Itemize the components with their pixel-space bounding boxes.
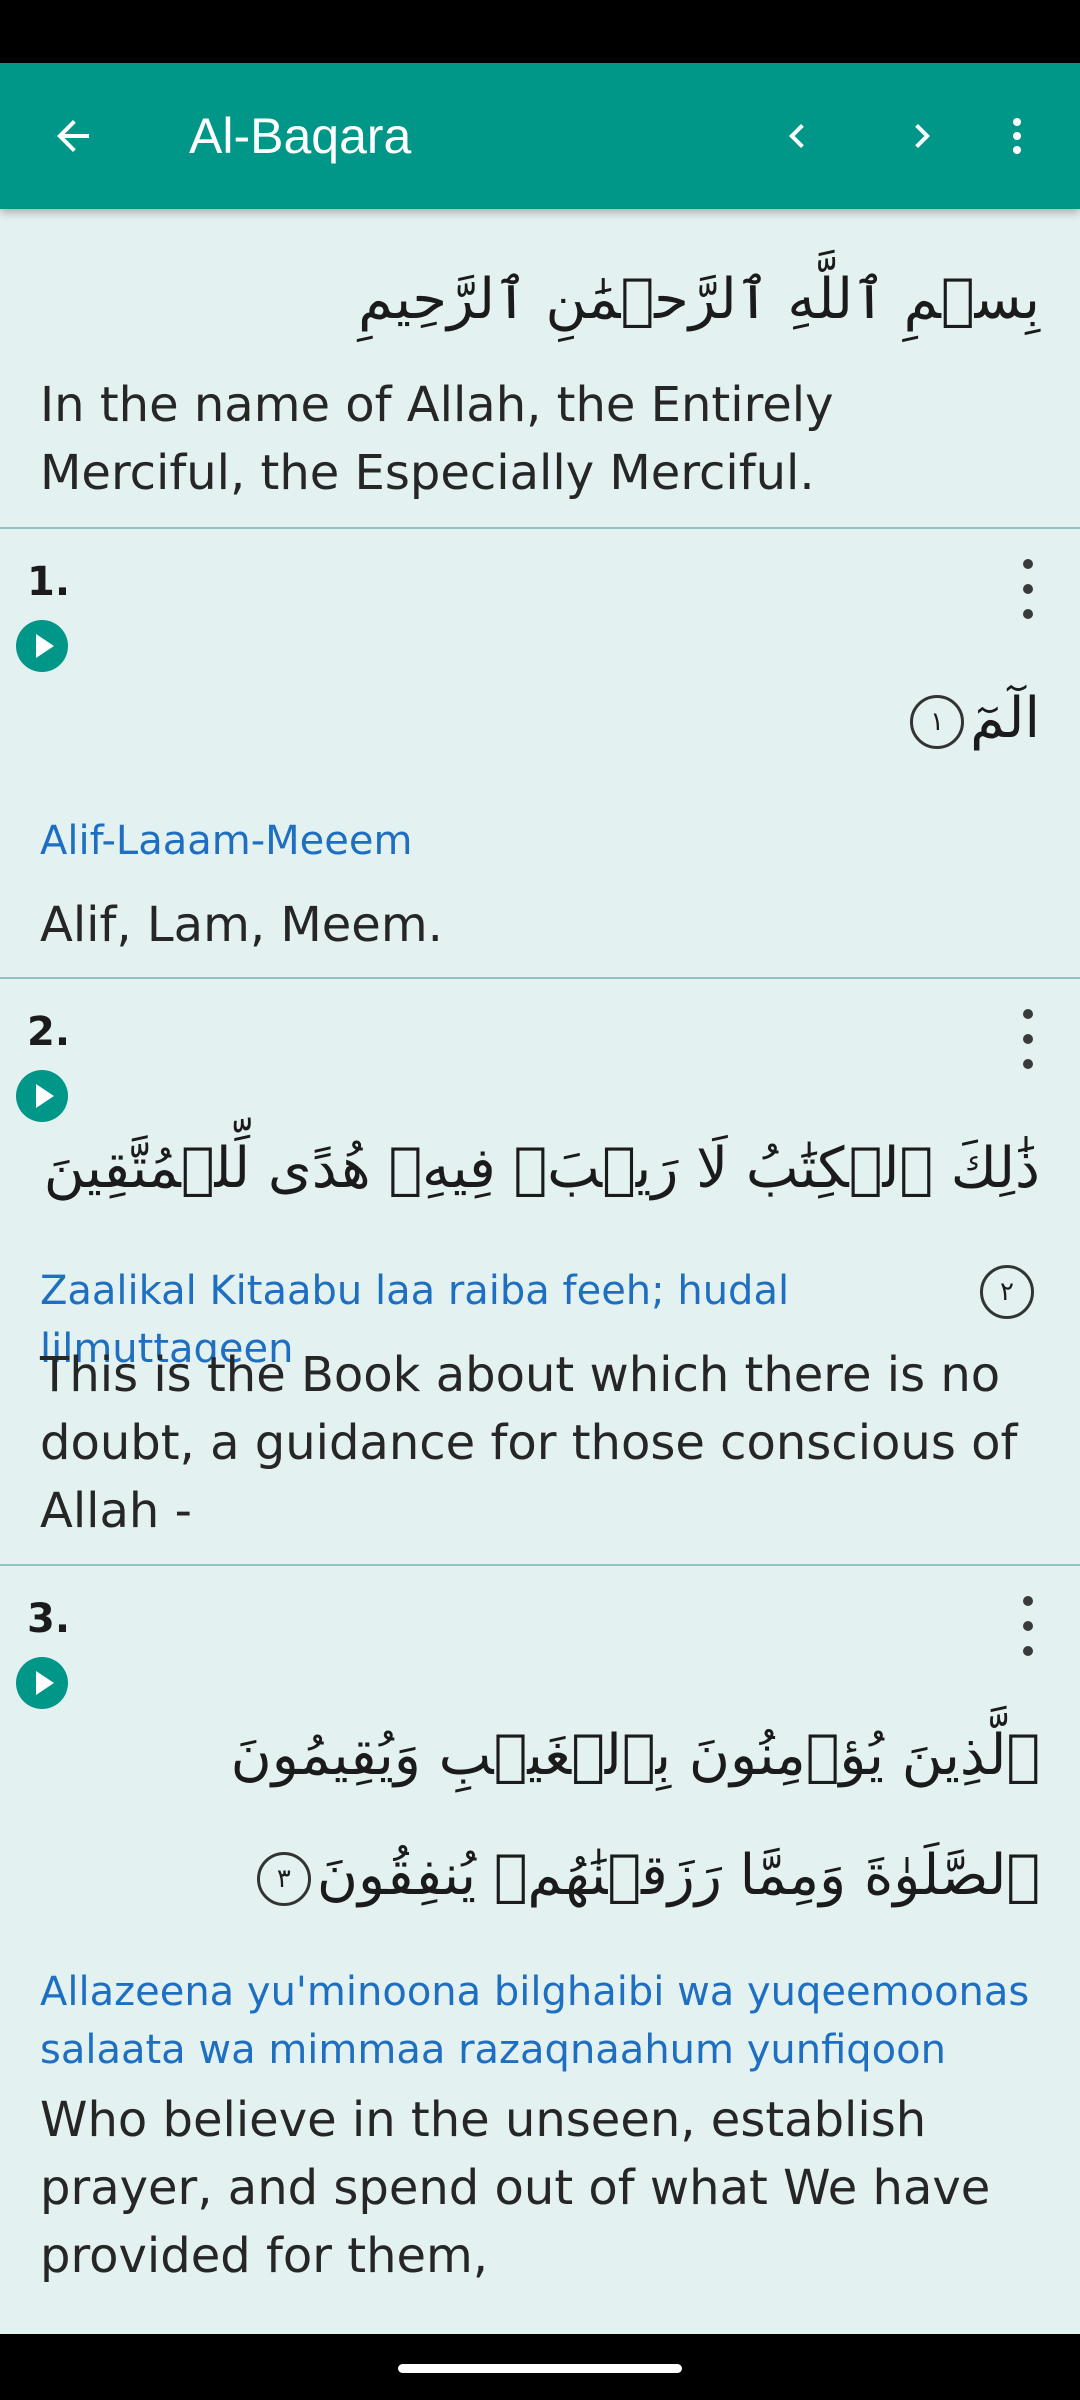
- verse-item[interactable]: 3. ٱلَّذِينَ يُؤۡمِنُونَ بِٱلۡغَيۡبِ وَي…: [0, 1566, 1080, 2334]
- next-surah-button[interactable]: [882, 96, 962, 176]
- verse-menu-button[interactable]: [1016, 1009, 1040, 1069]
- more-vertical-icon: [1013, 118, 1021, 154]
- verse-arabic: ٱلَّذِينَ يُؤۡمِنُونَ بِٱلۡغَيۡبِ وَيُقِ…: [230, 1723, 1040, 1908]
- back-button[interactable]: [33, 96, 113, 176]
- arrow-back-icon: [57, 120, 89, 152]
- verse-item[interactable]: 2. ذَٰلِكَ ٱلۡكِتَٰبُ لَا رَيۡبَۛ فِيهِۛ…: [0, 979, 1080, 1566]
- ayah-number-mark: ١: [910, 694, 965, 749]
- overflow-menu-button[interactable]: [977, 96, 1057, 176]
- verse-translation: Who believe in the unseen, establish pra…: [40, 2092, 991, 2284]
- app-bar: Al-Baqara: [0, 63, 1080, 209]
- verse-item[interactable]: 1. الٓمٓ١ Alif-Laaam-Meeem Alif, Lam, Me…: [0, 529, 1080, 979]
- verse-translation: This is the Book about which there is no…: [40, 1347, 1018, 1539]
- chevron-left-icon: [789, 124, 804, 148]
- verse-number: 2.: [27, 1009, 71, 1055]
- ayah-number-mark: ٣: [256, 1851, 311, 1906]
- verse-list[interactable]: بِسۡمِ ٱللَّهِ ٱلرَّحۡمَٰنِ ٱلرَّحِيمِ I…: [0, 209, 1080, 2334]
- verse-menu-button[interactable]: [1016, 1596, 1040, 1656]
- verse-arabic: الٓمٓ١: [0, 659, 1080, 779]
- home-gesture-handle[interactable]: [398, 2364, 682, 2373]
- bismillah-section: بِسۡمِ ٱللَّهِ ٱلرَّحۡمَٰنِ ٱلرَّحِيمِ I…: [0, 209, 1080, 529]
- navigation-bar: [0, 2334, 1080, 2400]
- bismillah-translation: In the name of Allah, the Entirely Merci…: [40, 377, 834, 501]
- verse-number: 1.: [27, 559, 71, 605]
- page-title: Al-Baqara: [189, 108, 412, 164]
- verse-menu-button[interactable]: [1016, 559, 1040, 619]
- verse-transliteration: Allazeena yu'minoona bilghaibi wa yuqeem…: [40, 1969, 1030, 2073]
- bismillah-arabic: بِسۡمِ ٱللَّهِ ٱلرَّحۡمَٰنِ ٱلرَّحِيمِ: [358, 267, 1040, 332]
- verse-transliteration: Alif-Laaam-Meeem: [40, 818, 413, 864]
- verse-number: 3.: [27, 1596, 71, 1642]
- chevron-right-icon: [915, 124, 930, 148]
- status-bar: [0, 0, 1080, 63]
- previous-surah-button[interactable]: [757, 96, 837, 176]
- verse-translation: Alif, Lam, Meem.: [40, 897, 443, 953]
